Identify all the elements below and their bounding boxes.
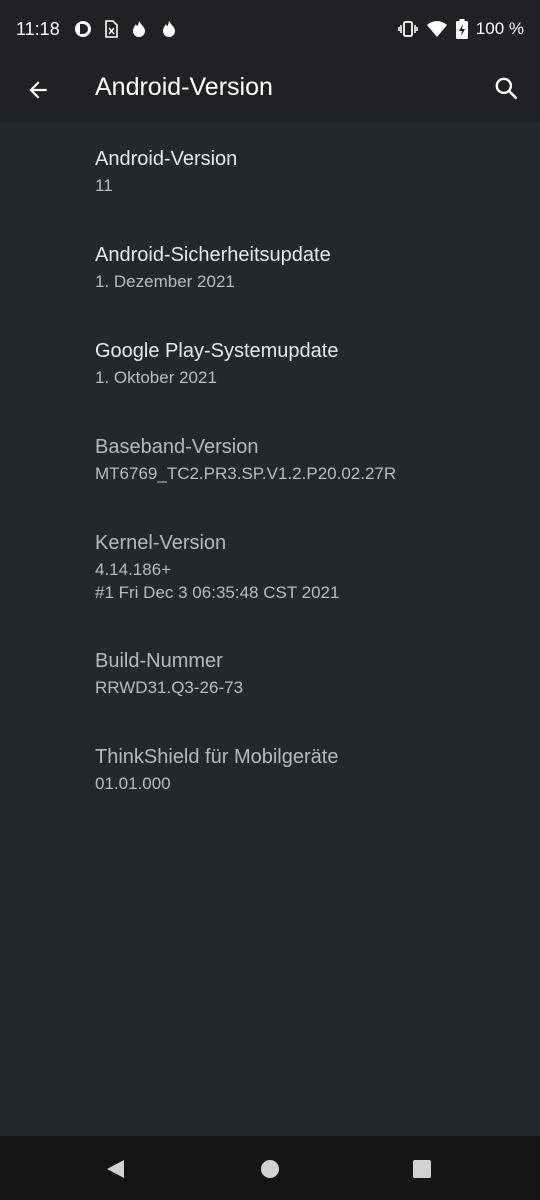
battery-charging-icon xyxy=(455,19,468,39)
nav-back-button[interactable] xyxy=(100,1154,130,1184)
list-item-android-version[interactable]: Android-Version 11 xyxy=(0,146,540,197)
status-bar: 11:18 100 % xyxy=(0,0,540,58)
vibrate-icon xyxy=(397,21,418,37)
wifi-icon xyxy=(426,21,447,37)
circle-home-icon xyxy=(261,1160,279,1178)
square-recents-icon xyxy=(413,1160,431,1178)
page-title: Android-Version xyxy=(95,73,273,101)
battery-percentage: 100 % xyxy=(475,19,524,38)
item-summary: 01.01.000 xyxy=(95,774,171,793)
notification-icons xyxy=(74,20,178,38)
arrow-back-icon xyxy=(29,81,47,99)
back-button[interactable] xyxy=(22,74,54,106)
nav-recents-button[interactable] xyxy=(407,1154,437,1184)
item-title: Build-Nummer xyxy=(95,650,223,672)
sim-card-icon xyxy=(104,20,118,38)
item-title: Kernel-Version xyxy=(95,532,227,554)
item-title: ThinkShield für Mobilgeräte xyxy=(95,746,339,768)
item-summary: MT6769_TC2.PR3.SP.V1.2.P20.02.27R xyxy=(95,464,397,483)
list-item-kernel-version: Kernel-Version 4.14.186+ #1 Fri Dec 3 06… xyxy=(0,530,540,604)
item-title: Android-Version xyxy=(95,148,238,170)
list-item-play-system-update[interactable]: Google Play-Systemupdate 1. Oktober 2021 xyxy=(0,338,540,389)
item-title: Android-Sicherheitsupdate xyxy=(95,244,331,266)
item-summary: 1. Oktober 2021 xyxy=(95,368,217,387)
search-button[interactable] xyxy=(490,72,522,104)
settings-list: Android-Version 11 Android-Sicherheitsup… xyxy=(0,122,540,1136)
item-title: Baseband-Version xyxy=(95,436,259,458)
app-bar: Android-Version xyxy=(0,58,540,122)
item-summary: 4.14.186+ xyxy=(95,560,172,579)
item-summary: 1. Dezember 2021 xyxy=(95,272,235,291)
item-summary: 11 xyxy=(95,176,113,195)
list-item-thinkshield: ThinkShield für Mobilgeräte 01.01.000 xyxy=(0,744,540,795)
item-title: Google Play-Systemupdate xyxy=(95,340,339,362)
flame-icon xyxy=(132,21,145,37)
system-status-icons: 100 % xyxy=(397,19,524,39)
flame-icon xyxy=(162,21,175,37)
item-summary: RRWD31.Q3-26-73 xyxy=(95,678,244,697)
search-icon xyxy=(495,77,518,100)
list-item-security-update[interactable]: Android-Sicherheitsupdate 1. Dezember 20… xyxy=(0,242,540,293)
status-time: 11:18 xyxy=(16,18,60,39)
list-item-baseband-version: Baseband-Version MT6769_TC2.PR3.SP.V1.2.… xyxy=(0,434,540,485)
navigation-bar xyxy=(0,1136,540,1200)
app-notification-icon xyxy=(74,21,91,37)
list-item-build-number[interactable]: Build-Nummer RRWD31.Q3-26-73 xyxy=(0,648,540,699)
item-summary-line2: #1 Fri Dec 3 06:35:48 CST 2021 xyxy=(95,583,340,602)
nav-home-button[interactable] xyxy=(255,1154,285,1184)
triangle-back-icon xyxy=(107,1160,124,1178)
